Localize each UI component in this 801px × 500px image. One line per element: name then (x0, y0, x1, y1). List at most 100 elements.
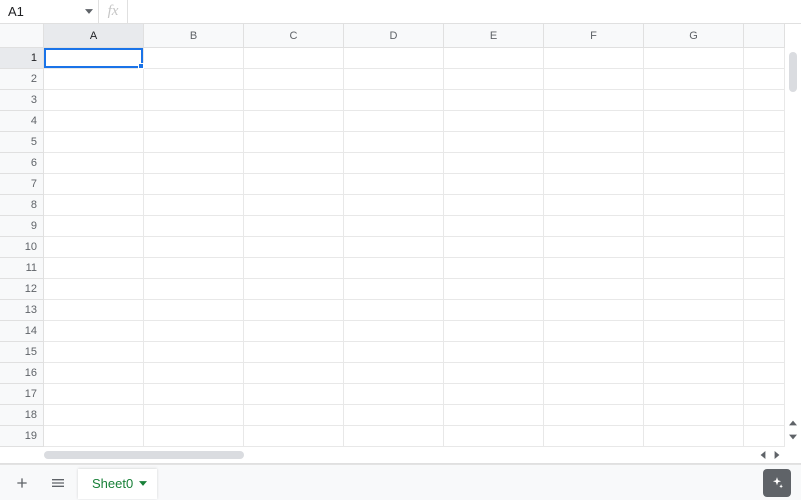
cell[interactable] (744, 90, 785, 111)
cell[interactable] (544, 405, 644, 426)
cell[interactable] (144, 342, 244, 363)
cell[interactable] (544, 111, 644, 132)
cell[interactable] (744, 216, 785, 237)
cell[interactable] (144, 48, 244, 69)
cell[interactable] (444, 153, 544, 174)
cell[interactable] (244, 258, 344, 279)
cell[interactable] (244, 363, 344, 384)
cell[interactable] (44, 363, 144, 384)
cell[interactable] (144, 195, 244, 216)
cell[interactable] (344, 216, 444, 237)
name-box[interactable]: A1 (0, 0, 80, 23)
cell[interactable] (244, 300, 344, 321)
cell[interactable] (344, 321, 444, 342)
cell[interactable] (644, 342, 744, 363)
row-header[interactable]: 2 (0, 69, 43, 90)
column-header[interactable]: F (544, 24, 644, 47)
cell[interactable] (544, 426, 644, 447)
cell[interactable] (744, 132, 785, 153)
row-header[interactable]: 12 (0, 279, 43, 300)
cell[interactable] (44, 258, 144, 279)
cell[interactable] (44, 90, 144, 111)
cell[interactable] (744, 363, 785, 384)
cell[interactable] (644, 48, 744, 69)
cell[interactable] (644, 237, 744, 258)
cell[interactable] (344, 258, 444, 279)
row-header[interactable]: 3 (0, 90, 43, 111)
cell[interactable] (744, 258, 785, 279)
cell[interactable] (244, 69, 344, 90)
add-sheet-button[interactable] (6, 468, 38, 498)
cell[interactable] (444, 216, 544, 237)
cell[interactable] (544, 48, 644, 69)
cell[interactable] (244, 237, 344, 258)
cell[interactable] (444, 363, 544, 384)
cell[interactable] (244, 132, 344, 153)
cell[interactable] (244, 216, 344, 237)
cell[interactable] (644, 195, 744, 216)
cell[interactable] (544, 90, 644, 111)
cell[interactable] (344, 237, 444, 258)
row-header[interactable]: 18 (0, 405, 43, 426)
cell[interactable] (444, 111, 544, 132)
cell[interactable] (744, 321, 785, 342)
cell[interactable] (744, 426, 785, 447)
cell[interactable] (344, 48, 444, 69)
cell[interactable] (444, 321, 544, 342)
cell[interactable] (244, 384, 344, 405)
cell[interactable] (644, 153, 744, 174)
cell[interactable] (644, 300, 744, 321)
cell[interactable] (144, 300, 244, 321)
formula-input[interactable] (128, 0, 801, 23)
cell[interactable] (244, 90, 344, 111)
cell[interactable] (744, 405, 785, 426)
row-header[interactable]: 4 (0, 111, 43, 132)
cell[interactable] (244, 153, 344, 174)
cell[interactable] (444, 69, 544, 90)
cell[interactable] (744, 279, 785, 300)
cell[interactable] (444, 174, 544, 195)
scroll-thumb[interactable] (44, 451, 244, 459)
cell[interactable] (344, 384, 444, 405)
cell[interactable] (44, 342, 144, 363)
cell[interactable] (644, 216, 744, 237)
cell[interactable] (244, 342, 344, 363)
cell[interactable] (644, 426, 744, 447)
cell[interactable] (644, 384, 744, 405)
cell[interactable] (544, 195, 644, 216)
name-box-dropdown[interactable] (80, 0, 98, 23)
row-header[interactable]: 8 (0, 195, 43, 216)
row-header[interactable]: 6 (0, 153, 43, 174)
cell[interactable] (544, 237, 644, 258)
cell[interactable] (344, 174, 444, 195)
cell[interactable] (44, 69, 144, 90)
cell[interactable] (44, 48, 144, 69)
cell[interactable] (44, 405, 144, 426)
cell[interactable] (344, 111, 444, 132)
cell[interactable] (544, 258, 644, 279)
cell[interactable] (744, 48, 785, 69)
cell[interactable] (344, 279, 444, 300)
cell[interactable] (144, 384, 244, 405)
cell[interactable] (544, 174, 644, 195)
cell[interactable] (644, 174, 744, 195)
cell[interactable] (44, 384, 144, 405)
cell[interactable] (144, 90, 244, 111)
cell[interactable] (344, 342, 444, 363)
row-header[interactable]: 7 (0, 174, 43, 195)
column-header[interactable]: E (444, 24, 544, 47)
row-header[interactable]: 16 (0, 363, 43, 384)
column-header[interactable] (744, 24, 785, 47)
cell[interactable] (444, 426, 544, 447)
cell[interactable] (144, 69, 244, 90)
cell[interactable] (244, 426, 344, 447)
cell[interactable] (544, 300, 644, 321)
cell[interactable] (144, 216, 244, 237)
cell[interactable] (144, 111, 244, 132)
cell[interactable] (644, 69, 744, 90)
cell[interactable] (44, 426, 144, 447)
cell[interactable] (544, 342, 644, 363)
cell[interactable] (44, 174, 144, 195)
sheet-tab-active[interactable]: Sheet0 (78, 469, 157, 499)
cell[interactable] (644, 405, 744, 426)
